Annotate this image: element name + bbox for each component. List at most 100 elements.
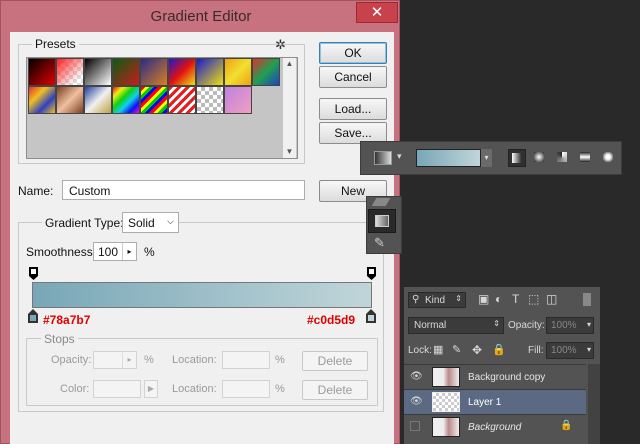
filter-pixel-icon[interactable]: ▣ (478, 292, 489, 306)
filter-smart-object-icon[interactable]: ◫ (546, 292, 557, 306)
gear-icon[interactable]: ✲ (275, 37, 286, 53)
layer-name[interactable]: Layer 1 (468, 397, 501, 408)
linear-gradient-icon[interactable] (508, 149, 526, 167)
preset-swatch[interactable] (28, 86, 56, 114)
scroll-down-icon[interactable]: ▼ (283, 146, 296, 158)
layer-thumbnail (432, 367, 460, 387)
layers-scrollbar[interactable] (588, 364, 600, 444)
preset-swatch[interactable] (56, 58, 84, 86)
stop-opacity-field[interactable]: ▸ (93, 351, 137, 369)
lock-brush-icon[interactable]: ✎ (452, 343, 461, 356)
preset-swatch[interactable] (168, 86, 196, 114)
stop-color-location-unit: % (275, 383, 285, 395)
fill-field[interactable]: 100% ▾ (546, 342, 594, 359)
scroll-up-icon[interactable]: ▲ (283, 58, 296, 70)
filter-toggle[interactable] (583, 293, 591, 306)
opacity-stop-left[interactable] (29, 267, 38, 281)
preset-swatch[interactable] (84, 86, 112, 114)
smoothness-value: 100 (98, 245, 119, 259)
stop-opacity-label: Opacity: (51, 354, 92, 366)
load-button[interactable]: Load... (319, 98, 387, 120)
preset-swatch[interactable] (140, 86, 168, 114)
color-stop-menu-icon[interactable]: ▶ (144, 380, 158, 398)
radial-gradient-icon[interactable] (531, 149, 549, 167)
delete-color-stop-button[interactable]: Delete (302, 380, 368, 400)
preset-swatch[interactable] (56, 86, 84, 114)
chevron-down-icon[interactable]: ▾ (397, 151, 402, 162)
blend-mode-select[interactable]: Normal ⇕ (408, 317, 504, 334)
preset-swatch[interactable] (140, 58, 168, 86)
name-input[interactable]: Custom (62, 180, 305, 200)
filter-type-icon[interactable]: T (512, 292, 519, 306)
preset-swatch[interactable] (224, 86, 252, 114)
start-color-annotation: #78a7b7 (43, 313, 91, 327)
opacity-value: 100% (551, 320, 577, 331)
gradient-picker[interactable] (416, 149, 481, 167)
cancel-button[interactable]: Cancel (319, 66, 387, 88)
window-title: Gradient Editor (150, 8, 252, 25)
presets-scrollbar[interactable]: ▲ ▼ (282, 58, 296, 158)
search-icon: ⚲ (412, 294, 420, 305)
preset-swatch[interactable] (112, 58, 140, 86)
eye-icon[interactable]: 👁 (410, 396, 423, 407)
ok-button[interactable]: OK (319, 42, 387, 64)
lock-transparent-icon[interactable]: ▦ (433, 343, 443, 356)
stop-location-field[interactable] (222, 351, 270, 369)
stepper-arrow-icon[interactable]: ▸ (122, 243, 136, 260)
reflected-gradient-icon[interactable] (577, 149, 595, 167)
gradient-type-select[interactable]: Solid ⌵ (122, 212, 179, 233)
preset-swatch[interactable] (252, 58, 280, 86)
smoothness-field[interactable]: 100 ▸ (93, 242, 137, 261)
layer-row-layer-1[interactable]: 👁 Layer 1 (404, 389, 586, 414)
filter-kind-label: Kind (425, 295, 446, 306)
layer-name[interactable]: Background copy (468, 372, 545, 383)
preset-swatch[interactable] (28, 58, 56, 86)
color-stop-left[interactable] (28, 309, 38, 323)
angle-gradient-icon[interactable] (554, 149, 572, 167)
preset-swatch[interactable] (196, 86, 224, 114)
preset-swatch[interactable] (224, 58, 252, 86)
close-button[interactable]: ✕ (356, 2, 398, 23)
gradient-type-label: Gradient Type: (42, 216, 127, 230)
stop-location-unit: % (275, 354, 285, 366)
gradient-tool-preset-icon[interactable] (374, 151, 392, 165)
layer-thumbnail (432, 417, 460, 437)
filter-shape-icon[interactable]: ⬚ (528, 292, 539, 306)
chevron-down-icon[interactable]: ▾ (587, 320, 591, 329)
title-bar[interactable]: Gradient Editor ✕ (1, 1, 401, 31)
chevron-down-icon: ⌵ (167, 216, 174, 226)
opacity-field[interactable]: 100% ▾ (546, 317, 594, 334)
layer-row-background-copy[interactable]: 👁 Background copy (404, 364, 586, 389)
diamond-gradient-icon[interactable] (600, 149, 618, 167)
layer-row-background[interactable]: Background 🔒 (404, 414, 586, 439)
preset-swatch[interactable] (168, 58, 196, 86)
gradient-tool-button[interactable] (368, 209, 396, 233)
chevron-updown-icon: ⇕ (455, 294, 462, 303)
filter-adjustment-icon[interactable]: ◐ (495, 292, 502, 306)
layer-thumbnail (432, 392, 460, 412)
color-stop-right[interactable] (366, 309, 376, 323)
layer-name[interactable]: Background (468, 422, 521, 433)
smoothness-label: Smoothness: (26, 245, 97, 259)
lock-position-icon[interactable]: ✥ (472, 343, 482, 357)
opacity-stop-right[interactable] (367, 267, 376, 281)
gradient-type-value: Solid (128, 216, 155, 230)
delete-opacity-stop-button[interactable]: Delete (302, 351, 368, 371)
blur-tool-icon[interactable]: ✎ (374, 236, 390, 250)
stop-color-label: Color: (60, 383, 90, 395)
gradient-picker-dropdown-icon[interactable]: ▾ (481, 149, 492, 167)
end-color-annotation: #c0d5d9 (307, 313, 356, 327)
lock-label: Lock: (408, 345, 432, 356)
stop-color-location-field[interactable] (222, 380, 270, 398)
stepper-arrow-icon[interactable]: ▸ (122, 352, 136, 368)
lock-all-icon[interactable]: 🔒 (492, 343, 506, 356)
eye-icon[interactable]: 👁 (410, 371, 423, 382)
filter-kind-select[interactable]: ⚲ Kind ⇕ (408, 292, 466, 308)
stop-color-swatch[interactable] (93, 380, 141, 398)
gradient-preview-bar[interactable] (32, 282, 372, 308)
preset-swatch[interactable] (112, 86, 140, 114)
chevron-down-icon[interactable]: ▾ (587, 345, 591, 354)
preset-swatch[interactable] (196, 58, 224, 86)
preset-swatch[interactable] (84, 58, 112, 86)
visibility-toggle[interactable] (410, 421, 420, 431)
